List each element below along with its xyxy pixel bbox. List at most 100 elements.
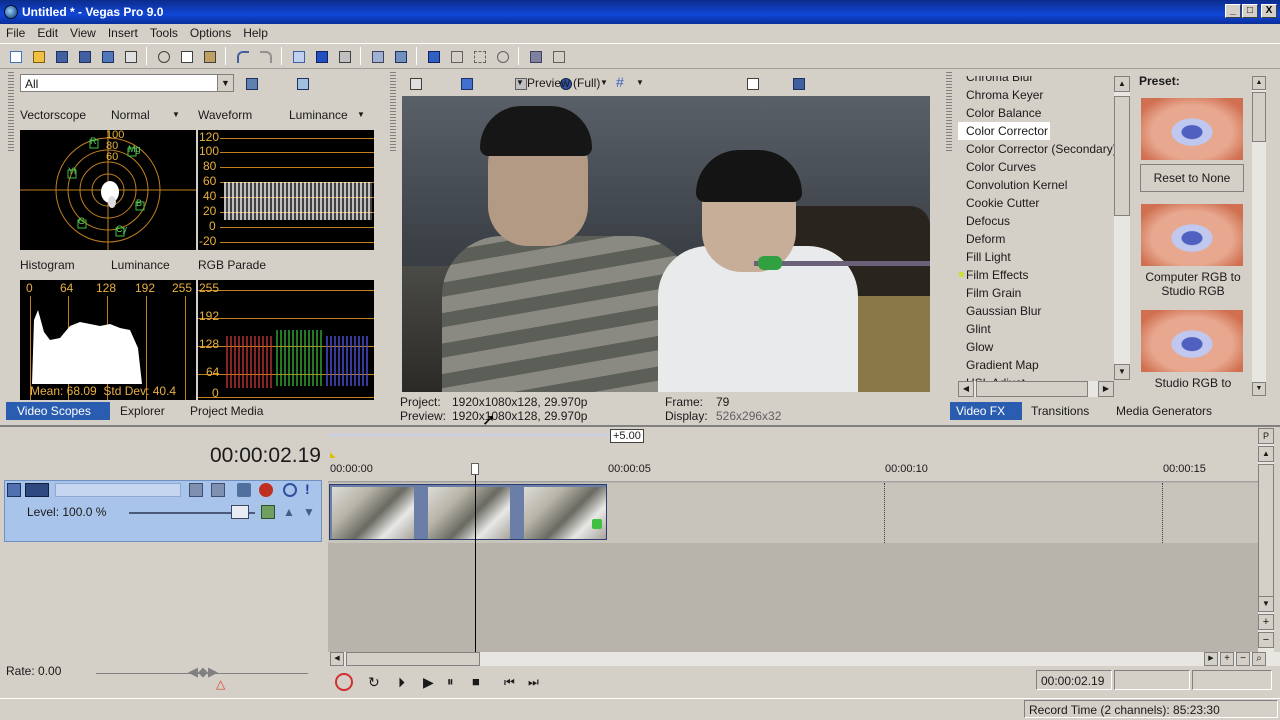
- list-item[interactable]: Film Grain: [958, 284, 1116, 302]
- zoom-out-icon[interactable]: −: [1258, 632, 1274, 648]
- tab-transitions[interactable]: Transitions: [1031, 404, 1089, 418]
- video-track-header[interactable]: ! Level: 100.0 % ▲ ▼: [4, 480, 322, 542]
- save-snapshot-icon[interactable]: [789, 74, 807, 92]
- list-item[interactable]: Gaussian Blur: [958, 302, 1116, 320]
- project-properties-icon[interactable]: [406, 74, 424, 92]
- tab-media-generators[interactable]: Media Generators: [1116, 404, 1212, 418]
- list-item[interactable]: Gradient Map: [958, 356, 1116, 374]
- track-envelope-icon[interactable]: [261, 505, 275, 519]
- timeline-hscrollbar[interactable]: ◀ ▶ + − ⌕: [330, 652, 1280, 666]
- scroll-thumb[interactable]: [346, 652, 480, 666]
- enable-snapping-icon[interactable]: [289, 47, 307, 65]
- scroll-up-icon[interactable]: ▲: [1114, 76, 1130, 92]
- normal-edit-tool-icon[interactable]: [424, 47, 442, 65]
- copy-snapshot-icon[interactable]: [743, 74, 761, 92]
- list-item-selected[interactable]: Color Corrector: [958, 122, 1050, 140]
- menu-help[interactable]: Help: [237, 26, 274, 40]
- undo-icon[interactable]: [233, 47, 251, 65]
- loop-region[interactable]: [328, 434, 610, 436]
- list-item[interactable]: Glow: [958, 338, 1116, 356]
- record-icon[interactable]: [335, 673, 353, 691]
- menu-file[interactable]: File: [0, 26, 31, 40]
- track-minimize-icon[interactable]: [7, 483, 21, 497]
- track-fx-icon[interactable]: [259, 483, 273, 497]
- chevron-down-icon[interactable]: ▼: [516, 78, 524, 87]
- list-item[interactable]: Defocus: [958, 212, 1116, 230]
- properties-icon[interactable]: [121, 47, 139, 65]
- list-item[interactable]: Fill Light: [958, 248, 1116, 266]
- waveform-mode-dropdown[interactable]: Luminance: [289, 108, 348, 122]
- envelope-edit-tool-icon[interactable]: [447, 47, 465, 65]
- chevron-down-icon[interactable]: ▼: [217, 75, 233, 91]
- arrow-down-icon[interactable]: ▼: [303, 505, 315, 519]
- scroll-thumb[interactable]: [1114, 96, 1130, 216]
- ignore-event-grouping-icon[interactable]: [391, 47, 409, 65]
- preset-thumbnail[interactable]: [1141, 98, 1243, 160]
- save-icon[interactable]: [52, 47, 70, 65]
- chevron-down-icon[interactable]: ▼: [357, 110, 365, 119]
- zoom-in-icon[interactable]: +: [1220, 652, 1234, 666]
- track-motion-icon[interactable]: [237, 483, 251, 497]
- paste-icon[interactable]: [200, 47, 218, 65]
- chevron-down-icon[interactable]: ▼: [600, 78, 608, 87]
- menu-edit[interactable]: Edit: [31, 26, 64, 40]
- list-item[interactable]: Convolution Kernel: [958, 176, 1116, 194]
- pane-gripper[interactable]: [946, 72, 952, 152]
- scroll-thumb[interactable]: [976, 381, 1088, 397]
- pane-gripper[interactable]: [390, 72, 396, 152]
- tab-explorer[interactable]: Explorer: [120, 404, 165, 418]
- redo-icon[interactable]: [256, 47, 274, 65]
- track-name-field[interactable]: [55, 483, 181, 497]
- tab-video-fx[interactable]: Video FX: [950, 402, 1022, 420]
- menu-options[interactable]: Options: [184, 26, 237, 40]
- scroll-up-icon[interactable]: ▲: [1258, 446, 1274, 462]
- scroll-right-icon[interactable]: ▶: [1204, 652, 1218, 666]
- fx-list-hscrollbar[interactable]: ◀ ▶: [958, 381, 1114, 397]
- rate-slider-thumb[interactable]: ◀◆▶: [188, 664, 218, 680]
- scroll-down-icon[interactable]: ▼: [1258, 596, 1274, 612]
- scroll-left-icon[interactable]: ◀: [958, 381, 974, 397]
- preset-thumbnail[interactable]: [1141, 204, 1243, 266]
- fx-list-scrollbar[interactable]: ▲ ▼: [1114, 76, 1130, 380]
- open-icon[interactable]: [29, 47, 47, 65]
- zoom-in-icon[interactable]: +: [1258, 614, 1274, 630]
- minimize-button[interactable]: _: [1225, 4, 1241, 18]
- zoom-out-icon[interactable]: −: [1236, 652, 1250, 666]
- arrow-up-icon[interactable]: ▲: [283, 505, 295, 519]
- new-project-icon[interactable]: [6, 47, 24, 65]
- cut-icon[interactable]: [154, 47, 172, 65]
- level-slider-thumb[interactable]: [231, 505, 249, 519]
- scope-filter-dropdown[interactable]: All ▼: [20, 74, 234, 92]
- preset-label-text[interactable]: Studio RGB to: [1138, 376, 1248, 390]
- ripple-edit-icon[interactable]: [335, 47, 353, 65]
- chevron-down-icon[interactable]: ▼: [172, 110, 180, 119]
- overlays-grid-icon[interactable]: #: [616, 74, 624, 90]
- scroll-down-icon[interactable]: ▼: [1252, 382, 1266, 396]
- preset-scrollbar[interactable]: ▲ ▼: [1252, 76, 1266, 396]
- scroll-down-icon[interactable]: ▼: [1114, 364, 1130, 380]
- selection-edit-tool-icon[interactable]: [470, 47, 488, 65]
- lock-envelopes-icon[interactable]: [368, 47, 386, 65]
- loop-playback-icon[interactable]: ↻: [368, 673, 386, 691]
- pin-icon[interactable]: P: [1258, 428, 1274, 444]
- scroll-up-icon[interactable]: ▲: [1252, 76, 1266, 90]
- solo-icon[interactable]: !: [305, 481, 310, 497]
- marker-bar[interactable]: [328, 428, 1258, 458]
- list-item[interactable]: Color Balance: [958, 104, 1116, 122]
- update-scopes-icon[interactable]: [293, 74, 311, 92]
- tool-icon[interactable]: [526, 47, 544, 65]
- whats-this-help-icon[interactable]: [549, 47, 567, 65]
- magnify-icon[interactable]: ⌕: [1252, 652, 1266, 666]
- preset-item-reset[interactable]: Reset to None: [1140, 164, 1244, 192]
- close-button[interactable]: X: [1261, 4, 1277, 18]
- maximize-button[interactable]: □: [1242, 4, 1258, 18]
- save-as-icon[interactable]: [75, 47, 93, 65]
- copy-icon[interactable]: [177, 47, 195, 65]
- zoom-edit-tool-icon[interactable]: [493, 47, 511, 65]
- chevron-down-icon[interactable]: ▼: [636, 78, 644, 87]
- render-as-icon[interactable]: [98, 47, 116, 65]
- list-item[interactable]: Chroma Blur: [958, 76, 1116, 86]
- list-item[interactable]: Glint: [958, 320, 1116, 338]
- scroll-thumb[interactable]: [1258, 464, 1274, 604]
- list-item[interactable]: Deform: [958, 230, 1116, 248]
